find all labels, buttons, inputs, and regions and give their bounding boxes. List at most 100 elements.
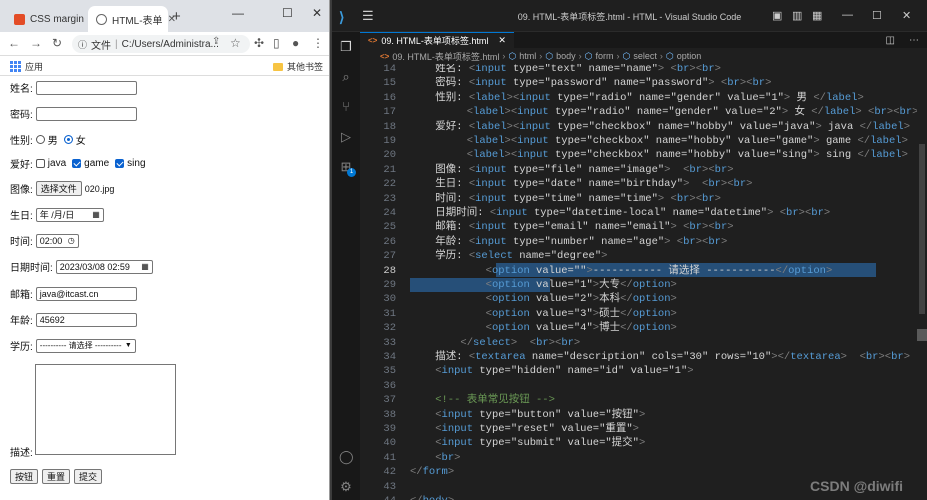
- code-line[interactable]: 18 爱好: <label><input type="checkbox" nam…: [360, 120, 927, 134]
- editor-scrollbar[interactable]: [917, 64, 927, 500]
- minimize-button[interactable]: —: [842, 9, 853, 21]
- tab-html-form[interactable]: HTML-表单 ✕: [88, 6, 176, 32]
- code-line[interactable]: 34 描述: <textarea name="description" cols…: [360, 350, 927, 364]
- gender-male-radio[interactable]: [35, 135, 45, 144]
- element-icon: ⬡: [545, 50, 554, 61]
- name-input[interactable]: [35, 80, 137, 95]
- layout-grid-icon[interactable]: ▦: [812, 9, 822, 22]
- extensions-icon[interactable]: ✣: [254, 36, 264, 50]
- maximize-button[interactable]: ☐: [872, 9, 882, 22]
- clock-icon[interactable]: ◷: [68, 236, 75, 245]
- tab-css-margin[interactable]: CSS margin ✕: [6, 6, 97, 32]
- code-line[interactable]: 36: [360, 379, 927, 393]
- close-window-button[interactable]: ✕: [902, 9, 911, 22]
- sidebar-icon[interactable]: ▯: [273, 36, 280, 50]
- breadcrumb-select[interactable]: select: [633, 51, 657, 61]
- choose-file-button[interactable]: 选择文件: [35, 181, 82, 196]
- code-line[interactable]: 35 <input type="hidden" name="id" value=…: [360, 364, 927, 378]
- split-editor-icon[interactable]: ◫: [886, 35, 895, 46]
- email-label: 邮箱:: [10, 290, 33, 301]
- code-line[interactable]: 27 学历: <select name="degree">: [360, 249, 927, 263]
- code-line[interactable]: 41 <br>: [360, 451, 927, 465]
- age-input[interactable]: 45692: [35, 312, 137, 327]
- calendar-icon[interactable]: ▦: [141, 262, 149, 271]
- code-line[interactable]: 39 <input type="reset" value="重置">: [360, 422, 927, 436]
- code-line[interactable]: 38 <input type="button" value="按钮">: [360, 408, 927, 422]
- code-line[interactable]: 33 </select> <br><br>: [360, 336, 927, 350]
- apps-shortcut[interactable]: 应用: [10, 60, 43, 73]
- code-line[interactable]: 20 <label><input type="checkbox" name="h…: [360, 148, 927, 162]
- breadcrumb-option[interactable]: option: [677, 51, 702, 61]
- description-textarea[interactable]: [35, 364, 176, 455]
- submit-button[interactable]: 提交: [74, 469, 103, 484]
- code-line[interactable]: 28 <option value="">----------- 请选择 ----…: [360, 264, 927, 278]
- datetime-input[interactable]: 2023/03/08 02:59 ▦: [55, 259, 153, 274]
- close-icon[interactable]: ✕: [498, 35, 506, 46]
- breadcrumb-form[interactable]: form: [595, 51, 613, 61]
- apps-icon: [10, 61, 21, 72]
- hobby-sing-checkbox[interactable]: [115, 159, 125, 168]
- profile-icon[interactable]: ●: [292, 36, 299, 50]
- code-line[interactable]: 40 <input type="submit" value="提交">: [360, 436, 927, 450]
- run-debug-icon[interactable]: ▷: [339, 130, 353, 144]
- breadcrumb-file[interactable]: 09. HTML-表单项标签.html: [392, 50, 499, 63]
- hobby-game-checkbox[interactable]: [72, 159, 82, 168]
- tab-title: CSS margin: [30, 13, 84, 25]
- time-input[interactable]: 02:00 ◷: [35, 233, 79, 248]
- minimize-button[interactable]: —: [232, 6, 244, 20]
- star-icon[interactable]: ☆: [230, 36, 241, 50]
- code-line[interactable]: 29 <option value="1">大专</option>: [360, 278, 927, 292]
- code-line[interactable]: 37 <!-- 表单常见按钮 -->: [360, 393, 927, 407]
- code-line[interactable]: 44 </body>: [360, 494, 927, 500]
- search-icon[interactable]: ⌕: [339, 70, 353, 84]
- code-line[interactable]: 23 时间: <input type="time" name="time"> <…: [360, 192, 927, 206]
- close-window-button[interactable]: ✕: [312, 6, 322, 20]
- maximize-button[interactable]: ☐: [282, 6, 293, 20]
- reload-icon[interactable]: ↻: [52, 36, 62, 50]
- code-line[interactable]: 32 <option value="4">博士</option>: [360, 321, 927, 335]
- code-editor[interactable]: 14 姓名: <input type="text" name="name"> <…: [360, 64, 927, 500]
- password-input[interactable]: [35, 106, 137, 121]
- code-line[interactable]: 31 <option value="3">硕士</option>: [360, 307, 927, 321]
- layout-panel-icon[interactable]: ▣: [772, 9, 782, 22]
- code-line[interactable]: 30 <option value="2">本科</option>: [360, 292, 927, 306]
- more-actions-icon[interactable]: ⋯: [909, 35, 919, 46]
- code-line[interactable]: 22 生日: <input type="date" name="birthday…: [360, 177, 927, 191]
- code-line[interactable]: 24 日期时间: <input type="datetime-local" na…: [360, 206, 927, 220]
- reset-button[interactable]: 重置: [42, 469, 71, 484]
- source-control-icon[interactable]: ⑂: [339, 100, 353, 114]
- account-icon[interactable]: ◯: [339, 450, 354, 464]
- email-input[interactable]: java@itcast.cn: [35, 286, 137, 301]
- layout-sidebar-icon[interactable]: ▥: [792, 9, 802, 22]
- code-line[interactable]: 17 <label><input type="radio" name="gend…: [360, 105, 927, 119]
- code-line[interactable]: 14 姓名: <input type="text" name="name"> <…: [360, 64, 927, 76]
- other-bookmarks[interactable]: 其他书签: [272, 60, 323, 73]
- code-line[interactable]: 21 图像: <input type="file" name="image"> …: [360, 163, 927, 177]
- calendar-icon[interactable]: ▦: [92, 210, 100, 219]
- line-number: 34: [383, 351, 396, 363]
- birthday-input[interactable]: 年 /月/日 ▦: [35, 207, 104, 222]
- code-line[interactable]: 19 <label><input type="checkbox" name="h…: [360, 134, 927, 148]
- line-number: 26: [383, 235, 396, 248]
- share-icon[interactable]: ⇪: [212, 36, 220, 47]
- breadcrumb-body[interactable]: body: [556, 51, 576, 61]
- degree-select[interactable]: ---------- 请选择 ---------- ▼: [35, 338, 136, 353]
- settings-gear-icon[interactable]: ⚙: [339, 480, 353, 494]
- hobby-java-checkbox[interactable]: [35, 159, 45, 168]
- editor-tab-active[interactable]: <> 09. HTML-表单项标签.html ✕: [360, 32, 514, 48]
- plain-button[interactable]: 按钮: [10, 469, 39, 484]
- explorer-icon[interactable]: ❐: [339, 40, 353, 54]
- back-icon[interactable]: ←: [8, 36, 20, 50]
- code-line[interactable]: 15 密码: <input type="password" name="pass…: [360, 76, 927, 90]
- code-line[interactable]: 26 年龄: <input type="number" name="age"> …: [360, 235, 927, 249]
- address-bar[interactable]: ⓘ 文件 | C:/Users/Administra...: [72, 35, 250, 53]
- code-line[interactable]: 25 邮箱: <input type="email" name="email">…: [360, 220, 927, 234]
- editor-tab-label: 09. HTML-表单项标签.html: [381, 36, 489, 46]
- new-tab-button[interactable]: +: [172, 8, 181, 25]
- forward-icon[interactable]: →: [30, 36, 42, 50]
- code-line[interactable]: 16 性别: <label><input type="radio" name="…: [360, 91, 927, 105]
- breadcrumb-html[interactable]: html: [519, 51, 536, 61]
- scrollbar-thumb[interactable]: [919, 144, 925, 314]
- menu-icon[interactable]: ⋮: [312, 36, 324, 50]
- gender-female-radio[interactable]: [63, 135, 73, 144]
